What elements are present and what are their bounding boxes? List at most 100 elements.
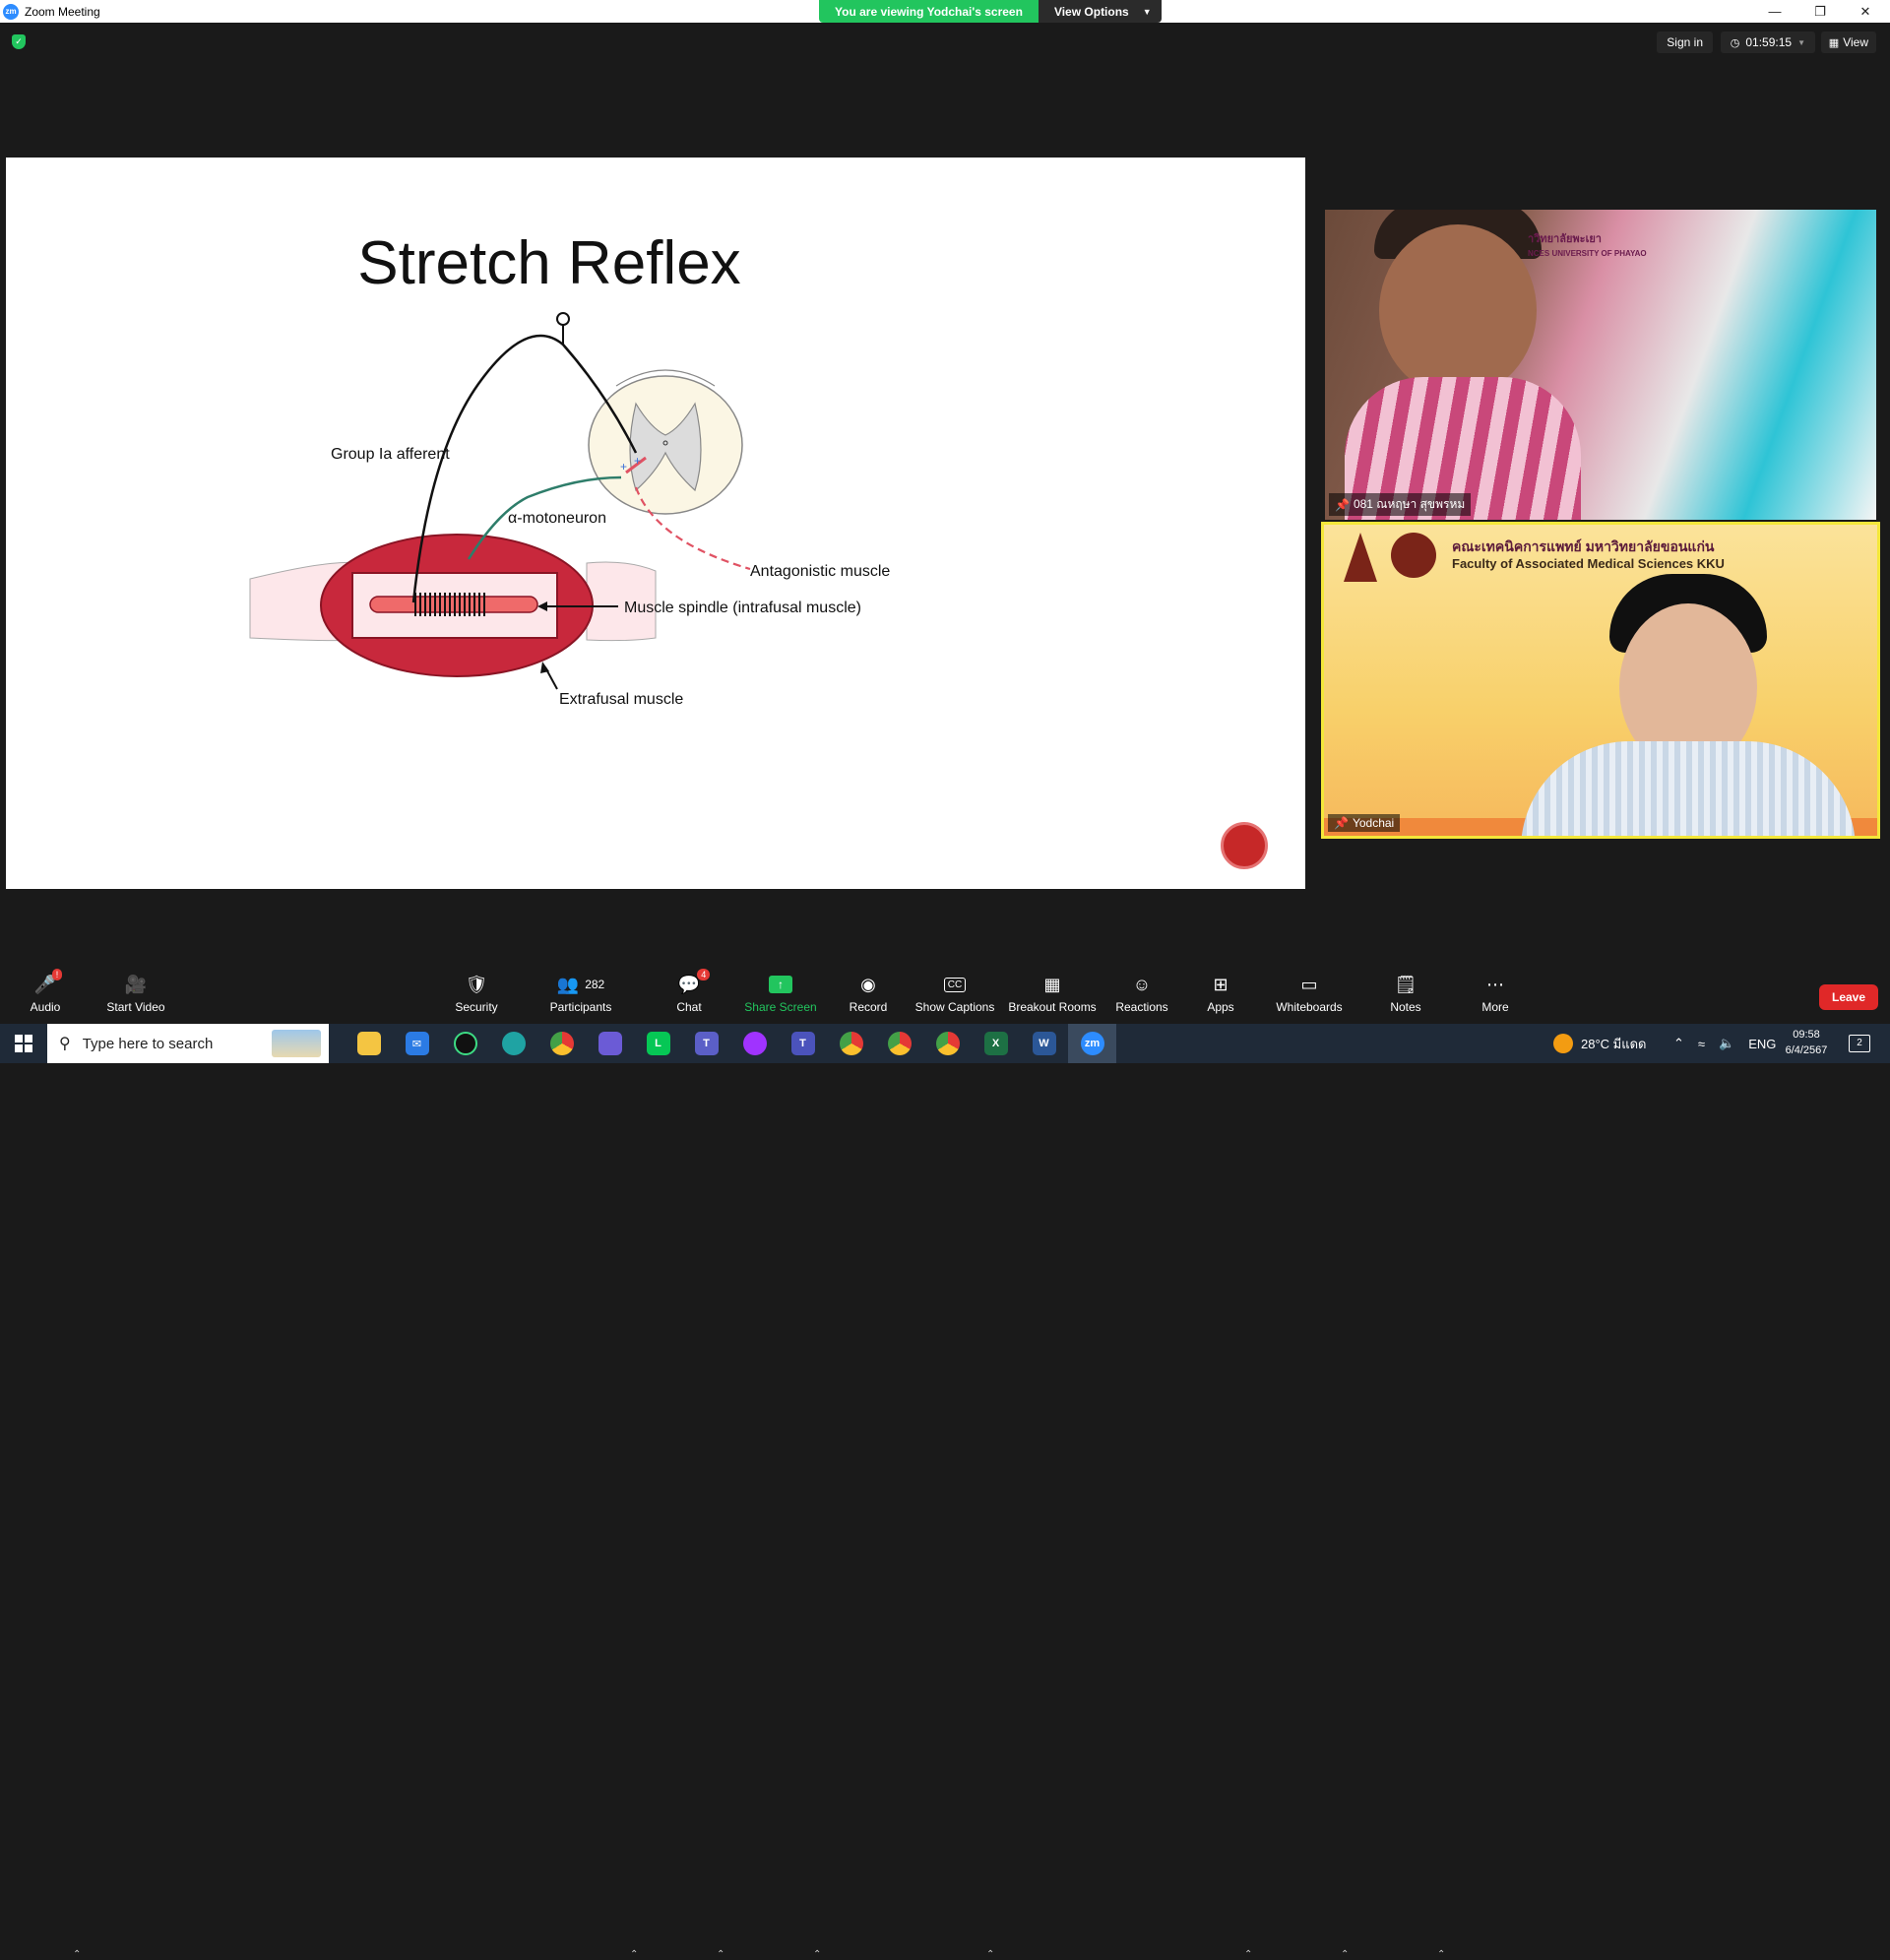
zoom-app-icon: zm xyxy=(3,3,19,20)
video-off-icon: 🎥 xyxy=(124,974,148,994)
record-label: Record xyxy=(849,1000,888,1014)
captions-options-caret[interactable]: ⌃ xyxy=(986,1949,994,1960)
participant-video-2[interactable]: คณะเทคนิคการแพทย์ มหาวิทยาลัยขอนแก่น Fac… xyxy=(1321,522,1880,839)
chat-options-caret[interactable]: ⌃ xyxy=(717,1949,724,1960)
weather-widget[interactable]: 28°C มีแดด xyxy=(1553,1024,1647,1063)
captions-icon: CC xyxy=(943,973,967,996)
teams-icon[interactable]: T xyxy=(682,1024,730,1063)
more-button[interactable]: ⋯ More xyxy=(1451,973,1540,1015)
encryption-shield-icon[interactable]: ✓ xyxy=(12,34,26,49)
record-button[interactable]: ◉ Record xyxy=(824,973,913,1015)
audio-options-caret[interactable]: ⌃ xyxy=(73,1949,81,1960)
sign-in-button[interactable]: Sign in xyxy=(1657,32,1713,53)
pin-icon: 📌 xyxy=(1334,816,1349,830)
chrome-profile-icon[interactable] xyxy=(923,1024,972,1063)
leave-label: Leave xyxy=(1831,990,1866,1004)
search-icon: ⚲ xyxy=(59,1036,71,1052)
microphone-icon: 🎤! xyxy=(34,969,63,996)
windows-start-button[interactable] xyxy=(0,1024,47,1063)
more-dots-icon: ⋯ xyxy=(1486,974,1504,994)
window-title: Zoom Meeting xyxy=(25,4,100,19)
participant-name-tag: 📌 081 ณหฤษา สุขพรหม xyxy=(1329,493,1472,516)
share-screen-button[interactable]: ↑ Share Screen xyxy=(736,973,825,1014)
view-options-label: View Options xyxy=(1053,4,1129,19)
share-options-caret[interactable]: ⌃ xyxy=(813,1949,821,1960)
meeting-timer[interactable]: ◷ 01:59:15 ▼ xyxy=(1720,32,1815,53)
zoom-taskbar-icon[interactable]: zm xyxy=(1068,1024,1116,1063)
faculty-thai-text: คณะเทคนิคการแพทย์ มหาวิทยาลัยขอนแก่น xyxy=(1452,538,1715,554)
reactions-button[interactable]: ☺ Reactions xyxy=(1098,973,1186,1015)
reactions-icon: ☺ xyxy=(1132,974,1152,994)
chrome-icon[interactable] xyxy=(537,1024,586,1063)
breakout-rooms-button[interactable]: ▦ Breakout Rooms xyxy=(1008,973,1097,1015)
sign-in-label: Sign in xyxy=(1667,35,1703,49)
viewing-screen-label: You are viewing Yodchai's screen xyxy=(819,0,1039,23)
notes-button[interactable]: 🗒 Notes xyxy=(1361,973,1450,1015)
restore-button[interactable]: ❐ xyxy=(1797,0,1843,23)
chrome-profile-icon[interactable] xyxy=(827,1024,875,1063)
copilot-icon[interactable] xyxy=(586,1024,634,1063)
mail-icon[interactable]: ✉ xyxy=(393,1024,441,1063)
label-group-ia-afferent: Group Ia afferent xyxy=(331,446,450,463)
participants-icon: 👥 282 xyxy=(556,974,605,994)
participant-name: Yodchai xyxy=(1352,816,1395,830)
chrome-profile-icon[interactable] xyxy=(875,1024,923,1063)
search-placeholder: Type here to search xyxy=(82,1035,214,1052)
view-button[interactable]: ▦ View xyxy=(1820,32,1876,53)
leave-button[interactable]: Leave xyxy=(1819,984,1878,1010)
volume-icon[interactable]: 🔈 xyxy=(1719,1036,1734,1051)
whiteboards-button[interactable]: ▭ Whiteboards xyxy=(1265,973,1354,1015)
clock-icon: ◷ xyxy=(1730,36,1740,49)
timer-text: 01:59:15 xyxy=(1745,35,1793,49)
breakout-rooms-label: Breakout Rooms xyxy=(1008,1000,1097,1014)
more-label: More xyxy=(1481,1000,1509,1014)
viewing-banner: You are viewing Yodchai's screen View Op… xyxy=(819,0,1162,23)
messenger-icon[interactable] xyxy=(730,1024,779,1063)
participant-video-1[interactable]: าวิทยาลัยพะเยา NCES UNIVERSITY OF PHAYAO… xyxy=(1325,210,1876,520)
chat-icon: 💬 4 xyxy=(678,969,711,996)
audio-label: Audio xyxy=(30,1000,61,1014)
apps-button[interactable]: ⊞ Apps xyxy=(1176,973,1265,1015)
view-label: View xyxy=(1843,35,1868,49)
chat-label: Chat xyxy=(676,1000,702,1014)
apps-label: Apps xyxy=(1207,1000,1234,1014)
participants-options-caret[interactable]: ⌃ xyxy=(630,1949,638,1960)
audio-button[interactable]: 🎤! Audio xyxy=(1,969,90,1014)
wifi-icon[interactable]: ≈ xyxy=(1698,1037,1705,1051)
participants-button[interactable]: 👥 282 Participants xyxy=(536,973,625,1015)
shared-screen[interactable]: Stretch Reflex + + Group Ia afferent α-m… xyxy=(6,158,1305,889)
chevron-up-icon[interactable]: ⌃ xyxy=(1673,1036,1684,1051)
windows-logo-icon xyxy=(15,1035,32,1052)
participants-count: 282 xyxy=(585,978,605,991)
apps-icon: ⊞ xyxy=(1213,974,1228,994)
minimize-button[interactable]: — xyxy=(1752,0,1797,23)
chat-button[interactable]: 💬 4 Chat xyxy=(645,969,733,1014)
notes-options-caret[interactable]: ⌃ xyxy=(1437,1949,1445,1960)
taskbar-search[interactable]: ⚲ Type here to search xyxy=(47,1024,329,1063)
slide-title: Stretch Reflex xyxy=(357,229,740,297)
security-button[interactable]: 🛡 Security xyxy=(432,973,521,1015)
show-captions-button[interactable]: CC Show Captions xyxy=(911,973,999,1014)
excel-icon[interactable]: X xyxy=(972,1024,1020,1063)
system-tray: ⌃ ≈ 🔈 ENG xyxy=(1673,1024,1776,1063)
label-extrafusal-muscle: Extrafusal muscle xyxy=(559,691,683,708)
view-options-button[interactable]: View Options ▼ xyxy=(1038,0,1162,23)
faculty-logo-icon xyxy=(1391,533,1436,578)
notification-center-icon[interactable]: 2 xyxy=(1849,1024,1870,1063)
edge-browser-icon[interactable] xyxy=(489,1024,537,1063)
file-explorer-icon[interactable] xyxy=(345,1024,393,1063)
line-app-icon[interactable]: L xyxy=(634,1024,682,1063)
taskbar-clock[interactable]: 09:58 6/4/2567 xyxy=(1772,1027,1841,1058)
start-video-button[interactable]: 🎥 Start Video xyxy=(92,973,180,1015)
teams-work-icon[interactable]: T xyxy=(779,1024,827,1063)
svg-text:+: + xyxy=(634,454,641,468)
notification-count: 2 xyxy=(1849,1035,1870,1052)
word-icon[interactable]: W xyxy=(1020,1024,1068,1063)
apps-options-caret[interactable]: ⌃ xyxy=(1244,1949,1252,1960)
meeting-toolbar: 🎤! Audio ⌃ 🎥 Start Video 🛡 Security 👥 282… xyxy=(0,965,1890,1960)
close-button[interactable]: ✕ xyxy=(1843,0,1888,23)
reactions-label: Reactions xyxy=(1115,1000,1168,1014)
whiteboards-options-caret[interactable]: ⌃ xyxy=(1341,1949,1349,1960)
svg-text:+: + xyxy=(620,460,627,474)
media-app-icon[interactable] xyxy=(441,1024,489,1063)
